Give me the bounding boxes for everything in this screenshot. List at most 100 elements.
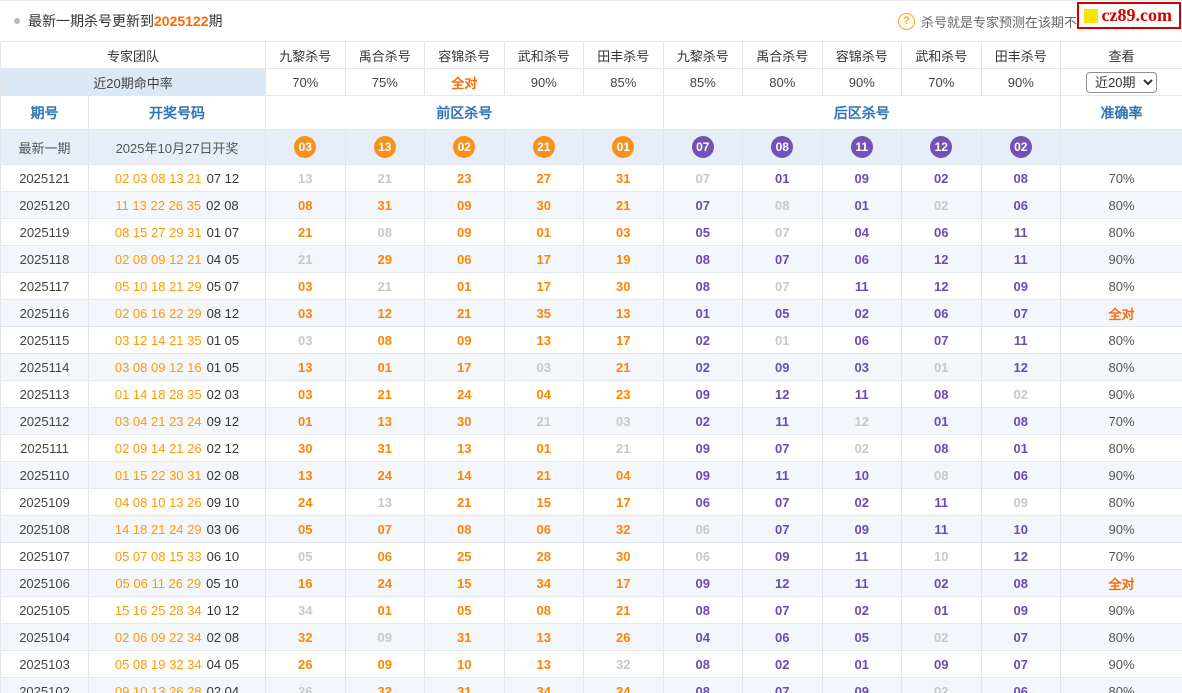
front-draw-numbers: 02 03 08 13 21 xyxy=(114,170,202,186)
period-cell: 2025104 xyxy=(0,623,89,651)
back-kill-number: 06 xyxy=(901,299,982,327)
back-kill-number: 05 xyxy=(821,623,903,651)
front-draw-numbers: 05 10 18 21 29 xyxy=(114,278,202,294)
period-cell: 2025120 xyxy=(0,191,89,219)
back-draw-numbers: 10 12 xyxy=(206,602,240,618)
back-kill-circle: 07 xyxy=(691,136,714,158)
draw-numbers-cell: 05 06 11 26 29 05 10 xyxy=(87,569,267,597)
back-kill-number: 01 xyxy=(821,650,903,678)
front-kill-number: 04 xyxy=(583,461,664,489)
front-kill-number: 21 xyxy=(344,272,426,300)
back-draw-numbers: 09 12 xyxy=(206,413,240,429)
back-kill-number: 09 xyxy=(742,353,823,381)
front-kill-number: 31 xyxy=(344,434,426,462)
front-kill-number: 15 xyxy=(424,569,505,597)
draw-numbers-cell: 08 15 27 29 31 01 07 xyxy=(87,218,267,246)
accuracy-cell: 90% xyxy=(1060,245,1182,273)
back-kill-number: 09 xyxy=(662,380,744,408)
back-kill-number: 01 xyxy=(901,596,982,624)
front-kill-number: 28 xyxy=(503,542,585,570)
front-kill-ball: 13 xyxy=(344,129,426,165)
back-kill-number: 02 xyxy=(901,191,982,219)
front-kill-ball: 21 xyxy=(503,129,585,165)
accuracy-cell: 80% xyxy=(1060,434,1182,462)
back-kill-number: 08 xyxy=(662,245,744,273)
front-kill-number: 30 xyxy=(583,272,664,300)
back-kill-ball: 08 xyxy=(742,129,823,165)
back-draw-numbers: 09 10 xyxy=(206,494,240,510)
front-kill-number: 21 xyxy=(344,380,426,408)
back-kill-number: 05 xyxy=(662,218,744,246)
back-kill-number: 11 xyxy=(821,542,903,570)
accuracy-cell: 90% xyxy=(1060,380,1182,408)
front-draw-numbers: 05 08 19 32 34 xyxy=(114,656,202,672)
table-row: 2025120 11 13 22 26 35 02 08 08 31 09 30 21 07 08… xyxy=(0,191,1182,219)
back-draw-numbers: 02 08 xyxy=(206,467,240,483)
front-kill-number: 03 xyxy=(583,218,664,246)
front-kill-number: 03 xyxy=(265,272,346,300)
front-kill-number: 32 xyxy=(583,515,664,543)
front-kill-ball: 02 xyxy=(424,129,505,165)
front-kill-number: 13 xyxy=(424,434,505,462)
front-draw-numbers: 03 08 09 12 16 xyxy=(114,359,202,375)
expert-col-header: 容锦杀号 xyxy=(821,41,903,69)
front-kill-number: 16 xyxy=(265,569,346,597)
period-cell: 2025116 xyxy=(0,299,89,327)
front-kill-number: 21 xyxy=(503,407,585,435)
accuracy-cell: 90% xyxy=(1060,650,1182,678)
period-cell: 2025102 xyxy=(0,677,89,693)
back-draw-numbers: 01 07 xyxy=(206,224,240,240)
back-kill-number: 06 xyxy=(980,461,1062,489)
draw-numbers-cell: 05 10 18 21 29 05 07 xyxy=(87,272,267,300)
front-kill-number: 24 xyxy=(265,488,346,516)
table-row: 2025111 02 09 14 21 26 02 12 30 31 13 01 21 09 07… xyxy=(0,434,1182,462)
draw-column-header: 开奖号码 xyxy=(87,95,267,130)
period-cell: 2025106 xyxy=(0,569,89,597)
front-draw-numbers: 14 18 21 24 29 xyxy=(114,521,202,537)
back-kill-number: 02 xyxy=(662,353,744,381)
back-kill-number: 02 xyxy=(821,488,903,516)
front-kill-number: 13 xyxy=(344,488,426,516)
draw-numbers-cell: 02 09 14 21 26 02 12 xyxy=(87,434,267,462)
back-kill-number: 09 xyxy=(980,272,1062,300)
expert-col-header: 容锦杀号 xyxy=(424,41,505,69)
table-row: 2025105 15 16 25 28 34 10 12 34 01 05 08 21 08 07… xyxy=(0,596,1182,624)
back-kill-number: 08 xyxy=(980,164,1062,192)
table-row: 2025115 03 12 14 21 35 01 05 03 08 09 13 17 02 01… xyxy=(0,326,1182,354)
draw-numbers-cell: 02 08 09 12 21 04 05 xyxy=(87,245,267,273)
back-kill-number: 07 xyxy=(742,515,823,543)
back-kill-number: 11 xyxy=(821,569,903,597)
front-kill-number: 21 xyxy=(503,461,585,489)
range-select[interactable]: 近20期 xyxy=(1086,71,1158,93)
front-kill-number: 03 xyxy=(503,353,585,381)
back-kill-number: 07 xyxy=(742,245,823,273)
back-kill-number: 07 xyxy=(742,434,823,462)
front-kill-ball: 03 xyxy=(265,129,346,165)
back-kill-number: 11 xyxy=(980,326,1062,354)
accuracy-cell: 80% xyxy=(1060,272,1182,300)
back-kill-number: 06 xyxy=(901,218,982,246)
front-kill-number: 06 xyxy=(503,515,585,543)
front-kill-number: 32 xyxy=(265,623,346,651)
draw-numbers-cell: 01 15 22 30 31 02 08 xyxy=(87,461,267,489)
accuracy-cell: 80% xyxy=(1060,488,1182,516)
back-kill-number: 06 xyxy=(662,488,744,516)
expert-header-row: 专家团队 九黎杀号 禹合杀号 容锦杀号 武和杀号 田丰杀号 九黎杀号 禹合杀号 … xyxy=(0,41,1182,69)
front-kill-number: 34 xyxy=(265,596,346,624)
accuracy-cell: 全对 xyxy=(1060,569,1182,597)
back-kill-number: 09 xyxy=(821,515,903,543)
back-kill-number: 09 xyxy=(821,677,903,693)
accuracy-cell: 70% xyxy=(1060,542,1182,570)
front-kill-number: 05 xyxy=(424,596,505,624)
back-kill-number: 02 xyxy=(901,623,982,651)
back-kill-number: 09 xyxy=(901,650,982,678)
expert-col-header: 禹合杀号 xyxy=(742,41,823,69)
back-kill-number: 11 xyxy=(980,245,1062,273)
table-row: 2025114 03 08 09 12 16 01 05 13 01 17 03 21 02 09… xyxy=(0,353,1182,381)
title-prefix: 最新一期杀号更新到 xyxy=(28,13,154,29)
back-kill-number: 08 xyxy=(901,434,982,462)
back-kill-number: 08 xyxy=(662,677,744,693)
table-row: 2025104 02 06 09 22 34 02 08 32 09 31 13 26 04 06… xyxy=(0,623,1182,651)
back-kill-number: 07 xyxy=(742,677,823,693)
front-kill-number: 01 xyxy=(503,434,585,462)
